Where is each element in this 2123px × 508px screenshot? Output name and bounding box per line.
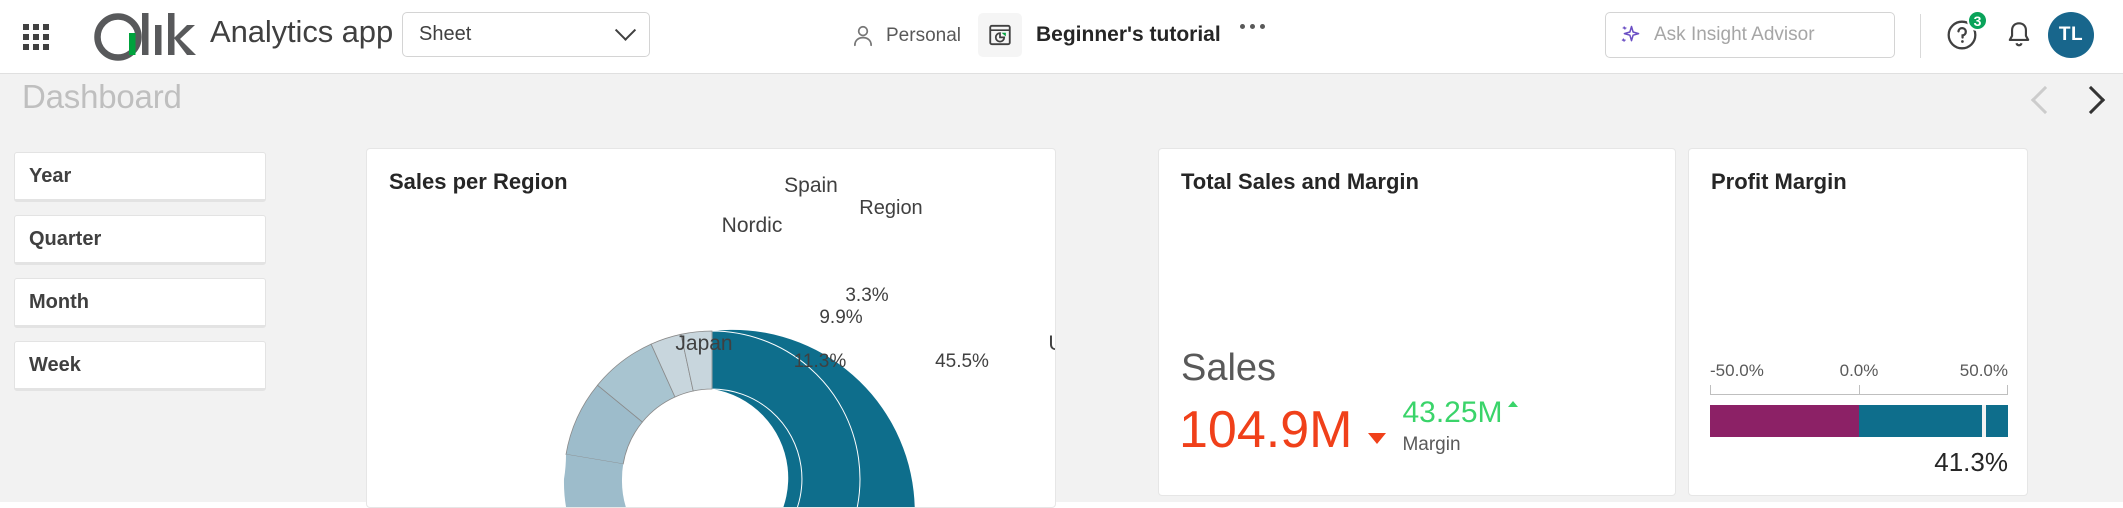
ellipsis-horizontal-icon[interactable] bbox=[1240, 24, 1265, 29]
space-indicator[interactable]: Personal bbox=[850, 14, 961, 58]
page-title: Analytics app bbox=[210, 14, 394, 49]
bullet-axis-ticks: -50.0% 0.0% 50.0% bbox=[1710, 361, 2008, 381]
donut-chart[interactable]: Region Spain Nordic Japan 3.3% 9.9% 11.3… bbox=[367, 149, 1055, 507]
person-icon bbox=[854, 25, 872, 47]
app-name: Beginner's tutorial bbox=[1036, 23, 1221, 46]
qlik-logo[interactable] bbox=[88, 8, 200, 64]
bullet-range-negative bbox=[1710, 405, 1859, 437]
sparkle-icon bbox=[1621, 25, 1640, 42]
axis-tick-mid: 0.0% bbox=[1839, 361, 1879, 380]
grid-apps-icon[interactable] bbox=[20, 21, 52, 53]
filter-item-week[interactable]: Week bbox=[14, 341, 266, 391]
axis-tickmark-mid bbox=[1859, 385, 1860, 395]
card-profit-margin[interactable]: Profit Margin -50.0% 0.0% 50.0% 41.3% bbox=[1688, 148, 2028, 496]
bullet-bar bbox=[1710, 405, 2008, 437]
axis-tick-min: -50.0% bbox=[1710, 361, 1764, 380]
donut-value-nordic: 9.9% bbox=[819, 307, 863, 328]
app-breadcrumb[interactable]: Beginner's tutorial bbox=[978, 10, 1221, 60]
kpi-secondary-value: 43.25M bbox=[1402, 396, 1503, 429]
filter-label: Quarter bbox=[29, 227, 102, 250]
sheet-canvas: Year Quarter Month Week Sales per Region… bbox=[0, 140, 2123, 508]
chevron-down-icon bbox=[614, 19, 637, 41]
help-badge-count: 3 bbox=[1967, 10, 1988, 31]
filter-pane: Year Quarter Month Week bbox=[14, 152, 266, 404]
notifications-button[interactable] bbox=[2003, 19, 2035, 56]
header-divider bbox=[1920, 14, 1921, 58]
filter-label: Month bbox=[29, 290, 89, 313]
filter-item-month[interactable]: Month bbox=[14, 278, 266, 328]
triangle-down-icon bbox=[1368, 432, 1387, 444]
bullet-value-label: 41.3% bbox=[1934, 447, 2008, 477]
axis-tickmark-max bbox=[2007, 385, 2008, 395]
space-label: Personal bbox=[886, 25, 961, 46]
insight-advisor-search[interactable]: Ask Insight Advisor bbox=[1605, 12, 1895, 58]
top-header-bar: Analytics app Sheet Personal Beginner's … bbox=[0, 0, 2123, 74]
card-sales-per-region[interactable]: Sales per Region Region Spain Nordic Jap… bbox=[366, 148, 1056, 508]
sheet-selector[interactable]: Sheet bbox=[402, 12, 650, 57]
bullet-chart[interactable]: -50.0% 0.0% 50.0% 41.3% bbox=[1710, 149, 2008, 497]
sheet-title-bar bbox=[0, 74, 2123, 140]
filter-item-quarter[interactable]: Quarter bbox=[14, 215, 266, 265]
axis-tick-max: 50.0% bbox=[1959, 361, 2008, 380]
kpi-measure-label: Sales bbox=[1181, 347, 1277, 389]
filter-label: Week bbox=[29, 353, 81, 376]
donut-label-japan: Japan bbox=[675, 332, 733, 355]
app-analytics-icon bbox=[978, 13, 1022, 57]
sheet-navigation bbox=[2030, 85, 2106, 115]
kpi-values: 104.9M 43.25M Margin bbox=[1179, 397, 1518, 456]
donut-value-spain: 3.3% bbox=[845, 285, 889, 306]
donut-value-usa: 45.5% bbox=[935, 351, 989, 372]
donut-label-nordic: Nordic bbox=[721, 214, 783, 237]
kpi-secondary-label: Margin bbox=[1402, 433, 1461, 455]
kpi-main-value: 104.9M bbox=[1179, 400, 1353, 459]
help-button[interactable]: 3 bbox=[1945, 10, 1988, 57]
chevron-left-icon[interactable] bbox=[2030, 85, 2060, 115]
kpi-secondary-group: 43.25M Margin bbox=[1402, 396, 1518, 456]
chevron-right-icon[interactable] bbox=[2076, 85, 2106, 115]
filter-item-year[interactable]: Year bbox=[14, 152, 266, 202]
kpi-secondary-row: 43.25M bbox=[1402, 396, 1518, 429]
card-total-sales-and-margin[interactable]: Total Sales and Margin Sales 104.9M 43.2… bbox=[1158, 148, 1676, 496]
bullet-value-marker bbox=[1982, 405, 1986, 437]
donut-label-usa: USA bbox=[1048, 332, 1055, 356]
sheet-title: Dashboard bbox=[22, 78, 182, 115]
bell-icon bbox=[2008, 22, 2030, 47]
avatar[interactable]: TL bbox=[2048, 12, 2094, 58]
axis-tickmark-min bbox=[1710, 385, 1711, 395]
triangle-up-icon bbox=[1507, 401, 1518, 407]
sheet-selector-value: Sheet bbox=[419, 23, 472, 45]
insight-advisor-placeholder: Ask Insight Advisor bbox=[1654, 24, 1815, 45]
donut-label-spain: Spain bbox=[784, 174, 838, 197]
donut-value-japan: 11.3% bbox=[793, 351, 847, 372]
filter-label: Year bbox=[29, 164, 72, 187]
card-title: Total Sales and Margin bbox=[1181, 169, 1419, 194]
